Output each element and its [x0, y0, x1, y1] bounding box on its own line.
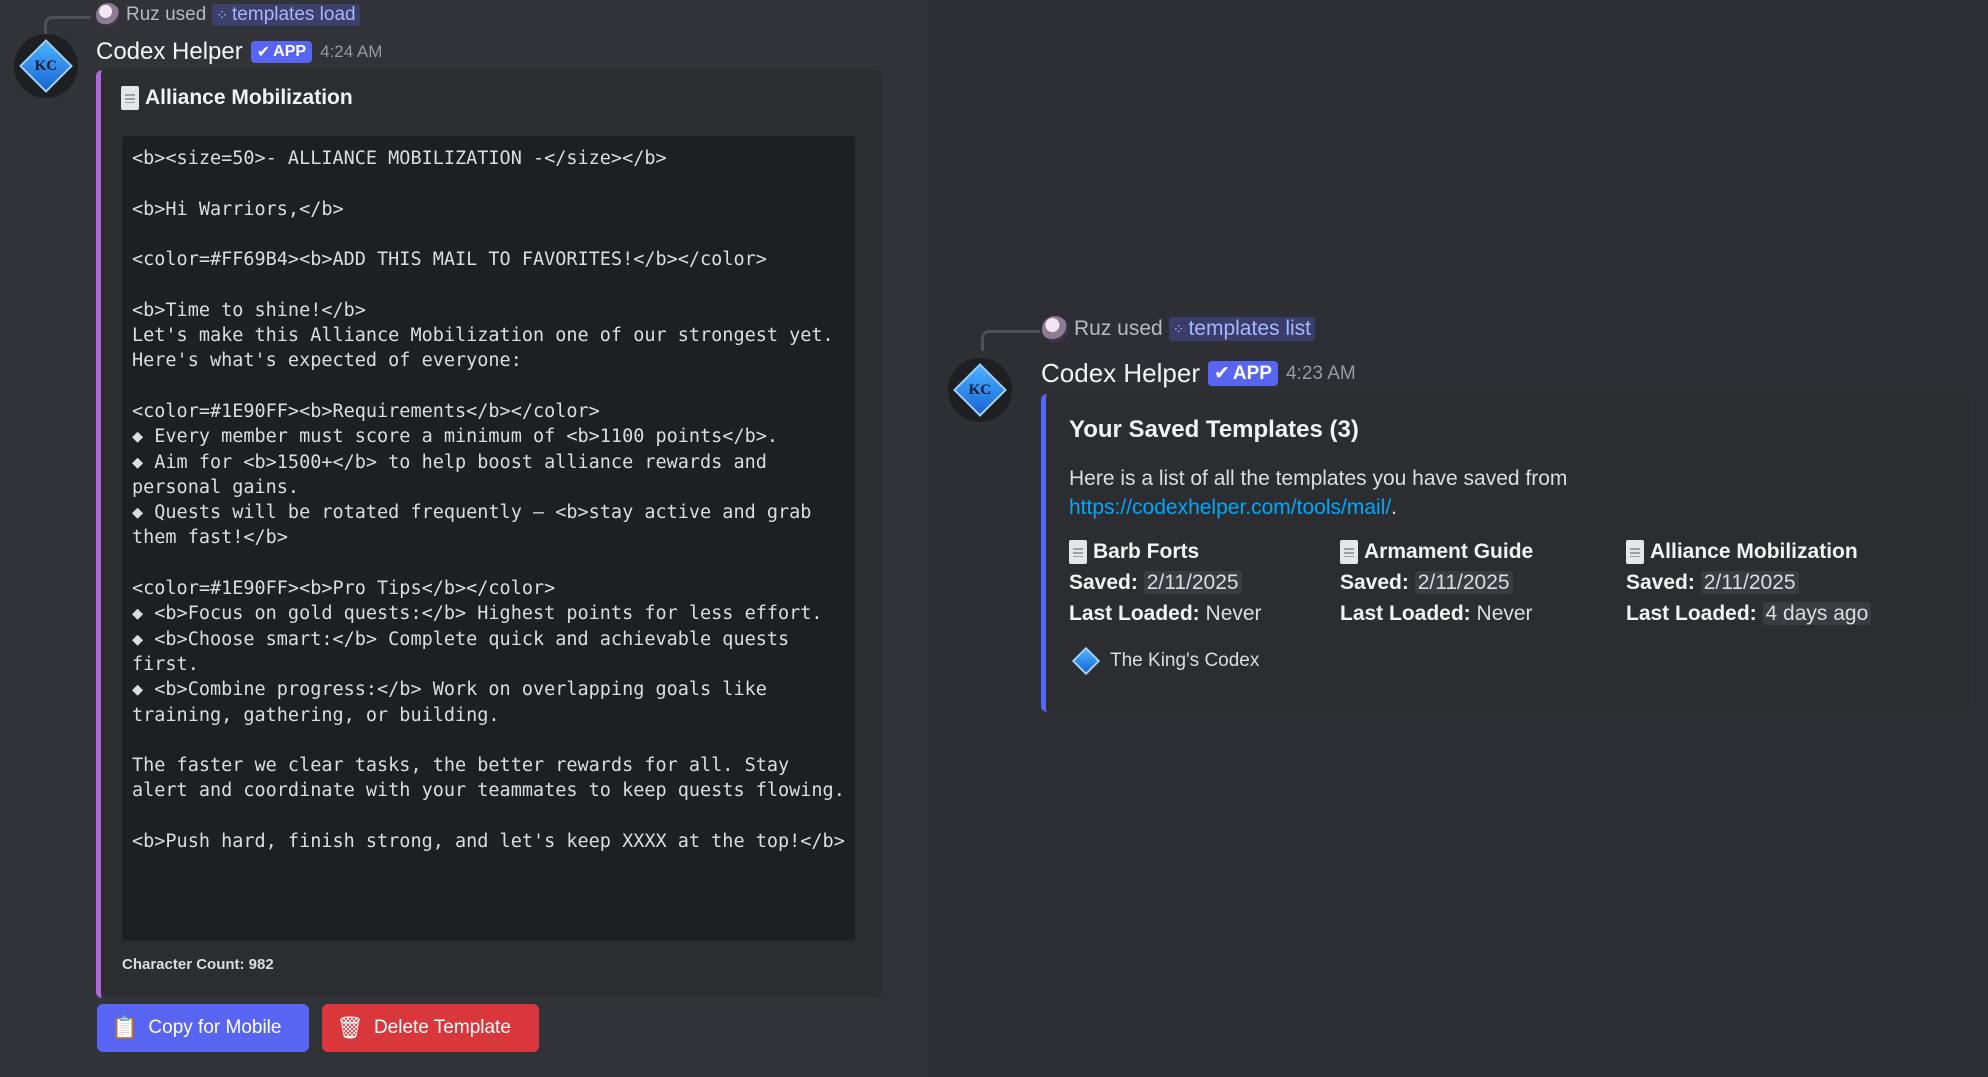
template-field-barb-forts: Barb Forts Saved: 2/11/2025 Last Loaded:…	[1069, 536, 1262, 629]
kings-codex-logo-icon	[1071, 646, 1101, 676]
bot-avatar[interactable]: KC	[948, 358, 1012, 422]
saved-templates-embed: Your Saved Templates (3) Here is a list …	[1041, 394, 1971, 712]
app-badge: ✔ APP	[1207, 361, 1278, 386]
bot-name[interactable]: Codex Helper	[1041, 358, 1200, 389]
template-field-alliance-mobilization: Alliance Mobilization Saved: 2/11/2025 L…	[1626, 536, 1872, 629]
footer-text: The King's Codex	[1110, 650, 1260, 671]
user-avatar[interactable]	[96, 3, 120, 27]
clipboard-icon: 📋	[111, 1015, 139, 1040]
template-embed: Alliance Mobilization <b><size=50>- ALLI…	[96, 70, 882, 998]
command-mention[interactable]: ⁘ templates list	[1168, 317, 1315, 341]
codexhelper-link[interactable]: https://codexhelper.com/tools/mail/	[1069, 496, 1391, 519]
reply-preview[interactable]: Ruz used ⁘ templates list	[1042, 316, 1315, 342]
reply-connector	[981, 330, 1040, 351]
embed-description: Here is a list of all the templates you …	[1069, 467, 1568, 519]
command-mention[interactable]: ⁘ templates load	[212, 4, 360, 26]
check-icon: ✔	[1213, 363, 1230, 384]
app-badge: ✔ APP	[250, 41, 313, 63]
template-name: Alliance Mobilization	[1650, 540, 1858, 563]
reply-user[interactable]: Ruz used	[126, 4, 206, 26]
command-name: templates list	[1188, 317, 1311, 340]
saved-date: 2/11/2025	[1414, 571, 1513, 594]
copy-for-mobile-button[interactable]: 📋 Copy for Mobile	[97, 1004, 309, 1052]
delete-template-button[interactable]: 🗑 Delete Template	[322, 1004, 539, 1052]
user-avatar[interactable]	[1042, 316, 1068, 342]
template-name: Barb Forts	[1093, 540, 1200, 563]
document-icon	[1340, 539, 1358, 564]
document-icon	[1626, 539, 1644, 564]
slash-command-icon: ⁘	[1172, 320, 1185, 337]
reply-preview[interactable]: Ruz used ⁘ templates load	[96, 3, 360, 27]
timestamp: 4:24 AM	[320, 42, 383, 61]
saved-date: 2/11/2025	[1143, 571, 1242, 594]
embed-footer: The King's Codex	[1071, 646, 1260, 676]
kings-codex-logo-icon: KC	[19, 39, 73, 93]
reply-user[interactable]: Ruz used	[1074, 317, 1163, 341]
last-loaded: 4 days ago	[1762, 602, 1872, 625]
character-count: Character Count: 982	[122, 956, 274, 973]
template-code-block[interactable]: <b><size=50>- ALLIANCE MOBILIZATION -</s…	[122, 136, 855, 941]
slash-command-icon: ⁘	[216, 6, 229, 23]
bot-name[interactable]: Codex Helper	[96, 38, 243, 66]
bot-avatar[interactable]: KC	[14, 34, 78, 98]
document-icon	[1069, 539, 1087, 564]
message-header: Codex Helper ✔ APP 4:23 AM	[1041, 358, 1356, 389]
embed-title: Alliance Mobilization	[121, 86, 353, 110]
timestamp: 4:23 AM	[1285, 362, 1356, 384]
command-name: templates load	[232, 4, 356, 25]
embed-title: Your Saved Templates (3)	[1069, 416, 1359, 443]
template-field-armament-guide: Armament Guide Saved: 2/11/2025 Last Loa…	[1340, 536, 1533, 629]
trash-icon: 🗑	[336, 1015, 364, 1040]
last-loaded: Never	[1205, 602, 1262, 625]
saved-date: 2/11/2025	[1700, 571, 1799, 594]
template-name: Armament Guide	[1364, 540, 1534, 563]
kings-codex-logo-icon: KC	[953, 363, 1007, 417]
last-loaded: Never	[1476, 602, 1533, 625]
message-header: Codex Helper ✔ APP 4:24 AM	[96, 38, 382, 66]
document-icon	[121, 86, 139, 110]
check-icon: ✔	[256, 44, 271, 61]
